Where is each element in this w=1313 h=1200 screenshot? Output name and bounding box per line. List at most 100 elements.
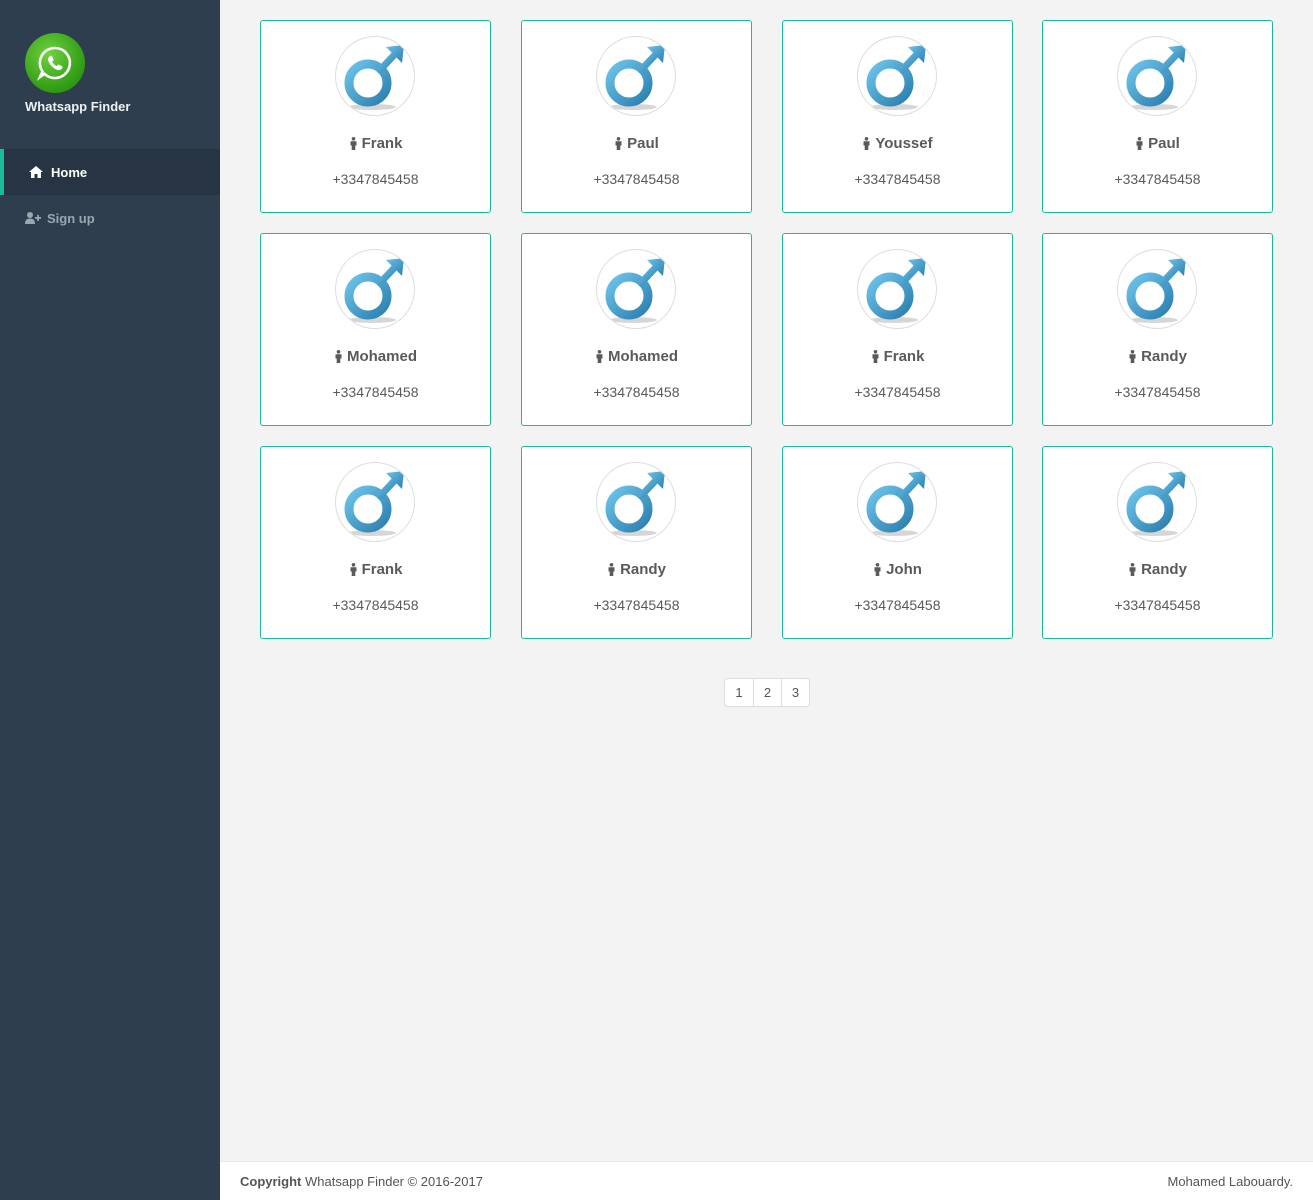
contact-card[interactable]: Randy +3347845458 — [521, 446, 752, 639]
contact-name: Frank — [783, 348, 1012, 365]
contact-phone: +3347845458 — [593, 171, 680, 187]
main-content: Frank +3347845458 Paul +3347845458 Youssef +3… — [220, 0, 1313, 1161]
contact-name-text: John — [886, 561, 922, 578]
sidebar-item-home[interactable]: Home — [0, 149, 220, 195]
male-symbol-icon — [338, 39, 412, 113]
contact-phone: +3347845458 — [332, 384, 419, 400]
contact-phone: +3347845458 — [1114, 597, 1201, 613]
avatar — [857, 36, 937, 116]
contact-card[interactable]: Mohamed +3347845458 — [521, 233, 752, 426]
contact-name: Randy — [1043, 561, 1272, 578]
home-icon — [29, 165, 45, 179]
contact-name-text: Paul — [627, 135, 659, 152]
contact-name: Paul — [522, 135, 751, 152]
app-title: Whatsapp Finder — [25, 99, 131, 114]
person-icon — [1128, 350, 1137, 363]
page-link-3[interactable]: 3 — [781, 679, 809, 706]
person-icon — [862, 137, 871, 150]
footer-author: Mohamed Labouardy. — [1167, 1174, 1293, 1189]
male-symbol-icon — [1120, 465, 1194, 539]
person-icon — [349, 137, 358, 150]
contact-name-text: Frank — [883, 348, 925, 365]
sidebar: Whatsapp Finder Home Sign up — [0, 0, 220, 1200]
person-icon — [607, 563, 616, 576]
contact-name: John — [783, 561, 1012, 578]
contact-card[interactable]: Youssef +3347845458 — [782, 20, 1013, 213]
page-link-2[interactable]: 2 — [753, 679, 781, 706]
contact-card[interactable]: John +3347845458 — [782, 446, 1013, 639]
contact-card[interactable]: Paul +3347845458 — [521, 20, 752, 213]
person-icon — [334, 350, 343, 363]
footer-copyright: Copyright Whatsapp Finder © 2016-2017 — [240, 1174, 483, 1189]
user-plus-icon — [25, 211, 41, 225]
contact-phone: +3347845458 — [854, 384, 941, 400]
contact-phone: +3347845458 — [593, 597, 680, 613]
contact-phone: +3347845458 — [1114, 171, 1201, 187]
male-symbol-icon — [1120, 39, 1194, 113]
contact-name: Randy — [522, 561, 751, 578]
person-icon — [614, 137, 623, 150]
person-icon — [1128, 563, 1137, 576]
contact-phone: +3347845458 — [332, 171, 419, 187]
avatar — [1117, 249, 1197, 329]
male-symbol-icon — [1120, 252, 1194, 326]
brand-logo[interactable] — [25, 33, 85, 93]
male-symbol-icon — [599, 39, 673, 113]
footer: Copyright Whatsapp Finder © 2016-2017 Mo… — [220, 1161, 1313, 1200]
contact-card[interactable]: Paul +3347845458 — [1042, 20, 1273, 213]
contact-card[interactable]: Randy +3347845458 — [1042, 446, 1273, 639]
contact-name: Frank — [261, 135, 490, 152]
avatar — [1117, 36, 1197, 116]
person-icon — [349, 563, 358, 576]
contact-name-text: Randy — [620, 561, 666, 578]
contact-name-text: Frank — [361, 135, 403, 152]
contact-phone: +3347845458 — [854, 171, 941, 187]
contact-phone: +3347845458 — [1114, 384, 1201, 400]
pagination: 1 2 3 — [724, 678, 810, 707]
contact-card[interactable]: Frank +3347845458 — [260, 20, 491, 213]
avatar — [857, 249, 937, 329]
avatar — [596, 462, 676, 542]
contact-name-text: Youssef — [875, 135, 933, 152]
male-symbol-icon — [860, 39, 934, 113]
contact-name: Youssef — [783, 135, 1012, 152]
male-symbol-icon — [860, 465, 934, 539]
whatsapp-icon[interactable] — [25, 33, 85, 93]
contact-name-text: Frank — [361, 561, 403, 578]
contact-card[interactable]: Mohamed +3347845458 — [260, 233, 491, 426]
page-link-1[interactable]: 1 — [725, 679, 753, 706]
copyright-text: Whatsapp Finder © 2016-2017 — [305, 1174, 483, 1189]
male-symbol-icon — [860, 252, 934, 326]
contact-phone: +3347845458 — [593, 384, 680, 400]
contact-card[interactable]: Frank +3347845458 — [260, 446, 491, 639]
contact-name-text: Randy — [1141, 561, 1187, 578]
male-symbol-icon — [338, 465, 412, 539]
sidebar-item-signup[interactable]: Sign up — [0, 195, 220, 241]
avatar — [1117, 462, 1197, 542]
avatar — [335, 249, 415, 329]
contact-name-text: Mohamed — [346, 348, 417, 365]
male-symbol-icon — [599, 465, 673, 539]
contact-name-text: Paul — [1148, 135, 1180, 152]
contact-phone: +3347845458 — [854, 597, 941, 613]
person-icon — [873, 563, 882, 576]
contact-card[interactable]: Frank +3347845458 — [782, 233, 1013, 426]
contact-name-text: Randy — [1141, 348, 1187, 365]
person-icon — [1135, 137, 1144, 150]
contact-name: Frank — [261, 561, 490, 578]
person-icon — [871, 350, 880, 363]
sidebar-item-label: Home — [51, 164, 88, 180]
contact-name: Mohamed — [522, 348, 751, 365]
contact-name: Randy — [1043, 348, 1272, 365]
male-symbol-icon — [599, 252, 673, 326]
avatar — [335, 462, 415, 542]
contact-name: Mohamed — [261, 348, 490, 365]
avatar — [335, 36, 415, 116]
contact-name: Paul — [1043, 135, 1272, 152]
avatar — [857, 462, 937, 542]
avatar — [596, 36, 676, 116]
contact-card[interactable]: Randy +3347845458 — [1042, 233, 1273, 426]
sidebar-nav: Home Sign up — [0, 149, 220, 241]
contact-phone: +3347845458 — [332, 597, 419, 613]
contact-name-text: Mohamed — [607, 348, 678, 365]
